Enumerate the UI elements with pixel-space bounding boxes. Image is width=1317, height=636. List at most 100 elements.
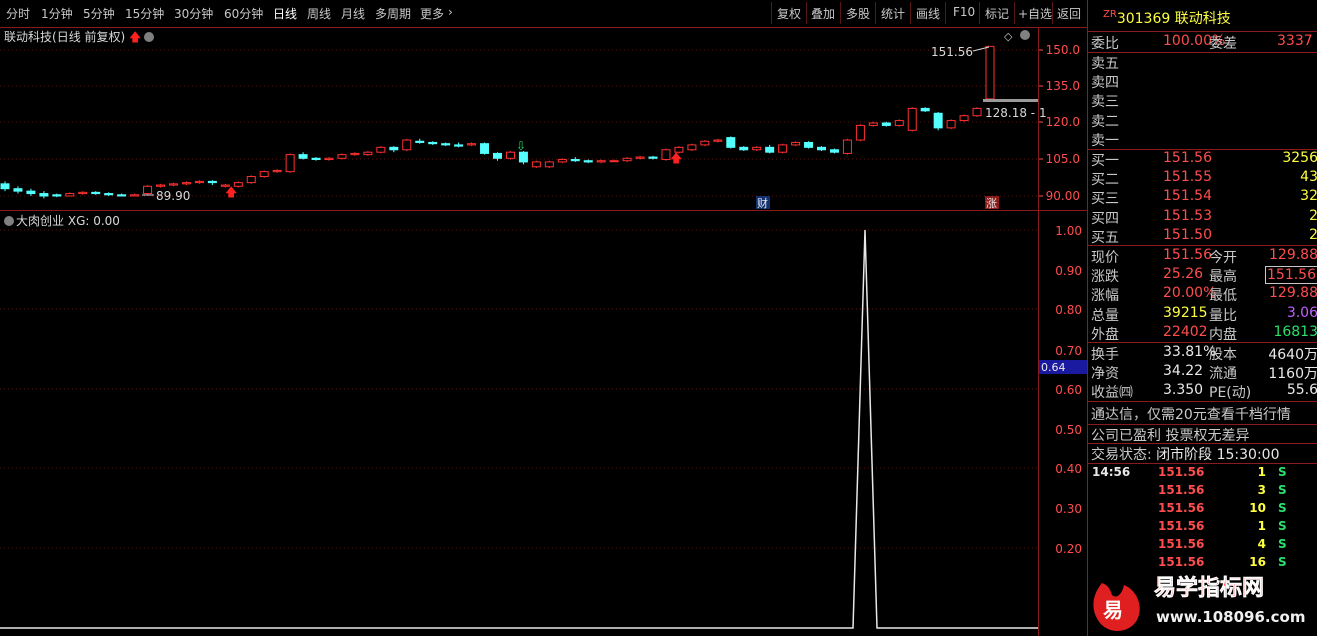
sell-level-label: 卖一 — [1091, 132, 1119, 149]
stat-value: 22402 — [1163, 323, 1208, 340]
y-tick: 0.90 — [1055, 264, 1082, 278]
stat-value: 25.26 — [1163, 266, 1204, 283]
candle-body — [648, 156, 658, 159]
chevron-right-icon[interactable]: › — [448, 5, 453, 19]
candle-body — [272, 169, 282, 173]
limit-up-badge[interactable]: 涨 — [986, 197, 997, 210]
candle-body — [804, 141, 814, 148]
sell-level-label: 卖二 — [1091, 113, 1119, 130]
tab-fenshi[interactable]: 分时 — [6, 5, 30, 22]
buy-volume: 32 — [1300, 188, 1317, 205]
buy-price: 151.53 — [1163, 207, 1212, 224]
sell-row: 卖一 — [1091, 130, 1317, 149]
candle-body — [959, 115, 969, 122]
tab-monthly[interactable]: 月线 — [341, 5, 365, 22]
candle-body — [480, 143, 490, 154]
candle-body — [143, 185, 153, 195]
trade-status: 交易状态: 闭市阶段 15:30:00 — [1091, 444, 1280, 463]
tick-row: 14:56 151.56 1 S — [1088, 465, 1317, 483]
trade-status-value: 闭市阶段 15:30:00 — [1156, 447, 1280, 463]
candle-body — [622, 157, 632, 162]
tab-daily[interactable]: 日线 — [273, 5, 297, 22]
candle-body — [842, 139, 852, 154]
buy-price: 151.56 — [1163, 150, 1212, 166]
tab-15min[interactable]: 15分钟 — [125, 5, 164, 22]
overlay-button[interactable]: 叠加 — [811, 5, 835, 22]
candle-body — [907, 107, 917, 131]
high-price-label: 151.56 — [931, 45, 973, 59]
candle-body — [726, 137, 736, 148]
tick-side: S — [1278, 537, 1287, 551]
ad-line-1[interactable]: 通达信，仅需20元查看千档行情 — [1091, 404, 1291, 423]
y-tick: 0.20 — [1055, 542, 1082, 556]
candle-body — [311, 157, 321, 161]
candle-body — [259, 171, 269, 178]
y-tick: 1.00 — [1055, 224, 1082, 238]
weicha-label: 委差 — [1209, 36, 1237, 52]
candle-body — [26, 190, 36, 195]
indicator-chart[interactable]: 1.00 0.90 0.80 0.70 0.60 0.50 0.40 0.30 … — [0, 211, 1087, 636]
tab-30min[interactable]: 30分钟 — [174, 5, 213, 22]
stat-row: 净资 34.22 流通 1160万 — [1091, 363, 1317, 382]
stat-label: 涨跌 — [1091, 269, 1119, 286]
weibi-label: 委比 — [1091, 36, 1119, 52]
buy-level-label: 买四 — [1091, 210, 1119, 227]
mark-button[interactable]: 标记 — [985, 5, 1009, 22]
low-price-label: 89.90 — [156, 189, 190, 203]
candle-body — [402, 139, 412, 151]
multi-stock-button[interactable]: 多股 — [846, 5, 870, 22]
candle-body — [337, 154, 347, 159]
tick-side: S — [1278, 501, 1287, 515]
back-button[interactable]: 返回 — [1057, 5, 1081, 22]
tick-price: 151.56 — [1158, 465, 1205, 479]
stat-row: 收益㈣ 3.350 PE(动) 55.6 — [1091, 382, 1317, 401]
tab-5min[interactable]: 5分钟 — [83, 5, 115, 22]
sell-row: 卖三 — [1091, 91, 1317, 110]
stat-label: 最高 — [1209, 269, 1237, 286]
y-tick: 90.00 — [1046, 189, 1080, 203]
statistics-button[interactable]: 统计 — [881, 5, 905, 22]
stat-label: 外盘 — [1091, 326, 1119, 343]
stat-value: 151.56 — [1163, 247, 1212, 263]
candle-body — [933, 112, 943, 129]
candle-body — [920, 107, 930, 112]
code-prefix: ZR — [1103, 9, 1117, 20]
candle-body — [505, 151, 515, 159]
candle-body — [285, 154, 295, 173]
restore-rights-button[interactable]: 复权 — [777, 5, 801, 22]
candle-body — [78, 191, 88, 195]
stat-label: 总量 — [1091, 307, 1119, 324]
draw-line-button[interactable]: 画线 — [916, 5, 940, 22]
candle-body — [881, 122, 891, 126]
candlestick-chart[interactable]: 150.0 135.0 120.0 105.0 90.00 151.56 89.… — [0, 27, 1087, 211]
tick-price: 151.56 — [1158, 501, 1205, 515]
buy-price: 151.55 — [1163, 169, 1212, 186]
candle-body — [298, 154, 308, 159]
sell-row: 卖二 — [1091, 111, 1317, 130]
settings-dot-icon[interactable] — [1020, 30, 1030, 40]
candle-body — [739, 146, 749, 151]
add-watchlist-button[interactable]: +自选 — [1018, 5, 1052, 22]
tab-weekly[interactable]: 周线 — [307, 5, 331, 22]
logo-char: 易 — [1103, 598, 1123, 622]
stat-label: 涨幅 — [1091, 288, 1119, 305]
tab-more[interactable]: 更多 — [420, 5, 444, 22]
y-tick: 150.0 — [1046, 43, 1080, 57]
candle-body — [972, 107, 982, 117]
stat-value: 1160万 — [1268, 366, 1317, 383]
candle-body — [350, 152, 360, 156]
tab-60min[interactable]: 60分钟 — [224, 5, 263, 22]
stat-value: 151.56 — [1265, 266, 1317, 285]
financial-badge[interactable]: 财 — [757, 196, 768, 210]
diamond-icon[interactable]: ◇ — [1004, 30, 1013, 43]
y-tick: 0.60 — [1055, 383, 1082, 397]
stock-name: 联动科技 — [1174, 11, 1231, 27]
f10-button[interactable]: F10 — [953, 5, 975, 19]
tab-multi-period[interactable]: 多周期 — [375, 5, 411, 22]
tab-1min[interactable]: 1分钟 — [41, 5, 73, 22]
candle-body — [557, 159, 567, 163]
y-tick: 120.0 — [1046, 115, 1080, 129]
buy-level-label: 买二 — [1091, 172, 1119, 189]
stat-label: 换手 — [1091, 347, 1119, 363]
tick-price: 151.56 — [1158, 483, 1205, 497]
